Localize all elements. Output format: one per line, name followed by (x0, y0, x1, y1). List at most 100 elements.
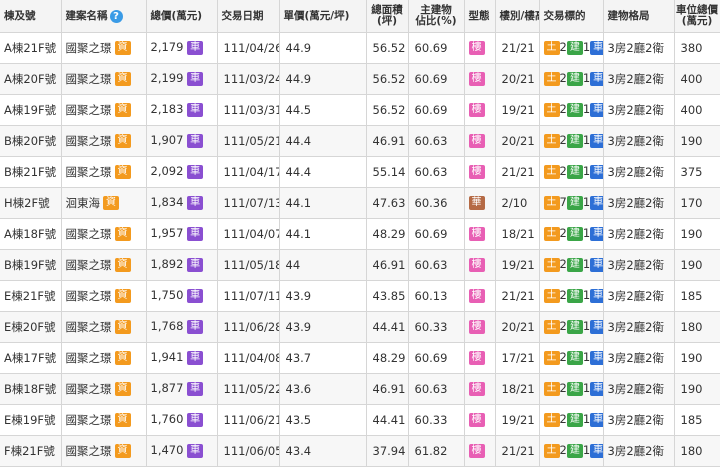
project-name[interactable]: 洄東海 (66, 196, 101, 210)
target-cell: 土2建1車2 (539, 32, 604, 64)
type-badge-icon: 樓 (468, 102, 485, 117)
project-name[interactable]: 國聚之璟 (66, 41, 112, 55)
project-name[interactable]: 國聚之璟 (66, 320, 112, 334)
col-total-price[interactable]: 總價(萬元) (146, 0, 218, 33)
table-row[interactable]: A棟18F號 國聚之璟資 1,957 車 111/04/07 44.1 48.29 60.6… (0, 218, 720, 250)
project-cell[interactable]: 國聚之璟資 (61, 63, 147, 95)
total-price: 1,957 (150, 226, 184, 241)
help-icon[interactable]: ? (109, 10, 123, 24)
car-badge-icon: 車 (590, 71, 602, 86)
col-layout[interactable]: 建物格局 (603, 0, 675, 33)
total-price: 1,750 (150, 288, 184, 303)
project-name[interactable]: 國聚之璟 (66, 413, 112, 427)
type-cell: 樓 (464, 125, 496, 157)
col-unit[interactable]: 棟及號 (0, 0, 62, 33)
table-row[interactable]: B棟20F號 國聚之璟資 1,907 車 111/05/21 44.4 46.91 60.6… (0, 125, 720, 157)
type-cell: 樓 (464, 94, 496, 126)
info-badge-icon[interactable]: 資 (114, 72, 131, 86)
table-row[interactable]: E棟21F號 國聚之璟資 1,750 車 111/07/11 43.9 43.85 60.1… (0, 280, 720, 312)
project-cell[interactable]: 國聚之璟資 (61, 311, 147, 343)
floor-cell: 20/21 (495, 125, 540, 157)
table-row[interactable]: B棟19F號 國聚之璟資 1,892 車 111/05/18 44 46.91 60.63 樓… (0, 249, 720, 281)
info-badge-icon[interactable]: 資 (114, 413, 131, 427)
project-cell[interactable]: 國聚之璟資 (61, 373, 147, 405)
project-cell[interactable]: 國聚之璟資 (61, 435, 147, 467)
parking-cell: 190 (674, 373, 720, 405)
building-count: 1 (582, 257, 591, 272)
info-badge-icon[interactable]: 資 (114, 134, 131, 148)
col-unit-price[interactable]: 單價(萬元/坪) (279, 0, 367, 33)
project-cell[interactable]: 國聚之璟資 (61, 249, 147, 281)
info-badge-icon[interactable]: 資 (114, 258, 131, 272)
col-date[interactable]: 交易日期 (217, 0, 280, 33)
layout-cell: 3房2廳2衛 (603, 218, 675, 250)
info-badge-icon[interactable]: 資 (114, 444, 131, 458)
project-name[interactable]: 國聚之璟 (66, 382, 112, 396)
project-cell[interactable]: 國聚之璟資 (61, 404, 147, 436)
land-badge-icon: 土 (543, 350, 560, 365)
table-row[interactable]: A棟20F號 國聚之璟資 2,199 車 111/03/24 44.9 56.52 60.6… (0, 63, 720, 95)
ratio-cell: 60.63 (408, 249, 465, 281)
project-cell[interactable]: 國聚之璟資 (61, 32, 147, 64)
project-cell[interactable]: 國聚之璟資 (61, 218, 147, 250)
col-type[interactable]: 型態 (464, 0, 496, 33)
type-cell: 樓 (464, 373, 496, 405)
table-row[interactable]: A棟19F號 國聚之璟資 2,183 車 111/03/31 44.5 56.52 60.6… (0, 94, 720, 126)
type-badge-icon: 樓 (468, 381, 485, 396)
project-cell[interactable]: 國聚之璟資 (61, 280, 147, 312)
project-name[interactable]: 國聚之璟 (66, 72, 112, 86)
project-cell[interactable]: 國聚之璟資 (61, 156, 147, 188)
unit-price-cell: 44.1 (279, 218, 367, 250)
land-count: 7 (559, 195, 567, 210)
table-row[interactable]: B棟18F號 國聚之璟資 1,877 車 111/05/22 43.6 46.91 60.6… (0, 373, 720, 405)
project-cell[interactable]: 國聚之璟資 (61, 125, 147, 157)
project-name[interactable]: 國聚之璟 (66, 165, 112, 179)
project-name[interactable]: 國聚之璟 (66, 227, 112, 241)
table-row[interactable]: F棟21F號 國聚之璟資 1,470 車 111/06/05 43.4 37.94 61.8… (0, 435, 720, 467)
parking-cell: 375 (674, 156, 720, 188)
info-badge-icon[interactable]: 資 (114, 165, 131, 179)
type-badge-icon: 樓 (468, 164, 485, 179)
table-row[interactable]: H棟2F號 洄東海資 1,834 車 111/07/13 44.1 47.63 60.36 華… (0, 187, 720, 219)
info-badge-icon[interactable]: 資 (114, 382, 131, 396)
project-name[interactable]: 國聚之璟 (66, 444, 112, 458)
info-badge-icon[interactable]: 資 (114, 351, 131, 365)
unit-price-cell: 43.9 (279, 311, 367, 343)
col-floor[interactable]: 樓別/樓高 (495, 0, 540, 33)
info-badge-icon[interactable]: 資 (114, 227, 131, 241)
ratio-cell: 60.69 (408, 32, 465, 64)
table-row[interactable]: A棟17F號 國聚之璟資 1,941 車 111/04/08 43.7 48.29 60.6… (0, 342, 720, 374)
project-name[interactable]: 國聚之璟 (66, 103, 112, 117)
project-name[interactable]: 國聚之璟 (66, 351, 112, 365)
col-parking[interactable]: 車位總價 (萬元) (674, 0, 720, 33)
table-row[interactable]: E棟19F號 國聚之璟資 1,760 車 111/06/21 43.5 44.41 60.3… (0, 404, 720, 436)
col-target[interactable]: 交易標的 (539, 0, 604, 33)
building-count: 1 (582, 412, 591, 427)
info-badge-icon[interactable]: 資 (103, 196, 119, 210)
col-main-ratio[interactable]: 主建物 佔比(%) (408, 0, 465, 33)
building-badge-icon: 建 (566, 319, 583, 334)
info-badge-icon[interactable]: 資 (114, 289, 131, 303)
date-cell: 111/03/24 (217, 63, 280, 95)
project-name[interactable]: 國聚之璟 (66, 134, 112, 148)
project-name[interactable]: 國聚之璟 (66, 289, 112, 303)
info-badge-icon[interactable]: 資 (114, 103, 131, 117)
project-name[interactable]: 國聚之璟 (66, 258, 112, 272)
project-cell[interactable]: 洄東海資 (61, 187, 147, 219)
table-row[interactable]: E棟20F號 國聚之璟資 1,768 車 111/06/28 43.9 44.41 60.3… (0, 311, 720, 343)
col-area[interactable]: 總面積 (坪) (366, 0, 409, 33)
car-badge-icon: 車 (590, 102, 602, 117)
project-cell[interactable]: 國聚之璟資 (61, 342, 147, 374)
project-cell[interactable]: 國聚之璟資 (61, 94, 147, 126)
type-cell: 樓 (464, 404, 496, 436)
table-row[interactable]: B棟21F號 國聚之璟資 2,092 車 111/04/17 44.4 55.14 60.6… (0, 156, 720, 188)
table-row[interactable]: A棟21F號 國聚之璟資 2,179 車 111/04/26 44.9 56.52 60.6… (0, 32, 720, 64)
info-badge-icon[interactable]: 資 (114, 41, 131, 55)
parking-cell: 190 (674, 342, 720, 374)
info-badge-icon[interactable]: 資 (114, 320, 131, 334)
building-count: 1 (582, 102, 591, 117)
target-cell: 土2建1車2 (539, 94, 604, 126)
type-cell: 樓 (464, 435, 496, 467)
col-project[interactable]: 建案名稱? (61, 0, 147, 33)
land-badge-icon: 土 (543, 381, 560, 396)
